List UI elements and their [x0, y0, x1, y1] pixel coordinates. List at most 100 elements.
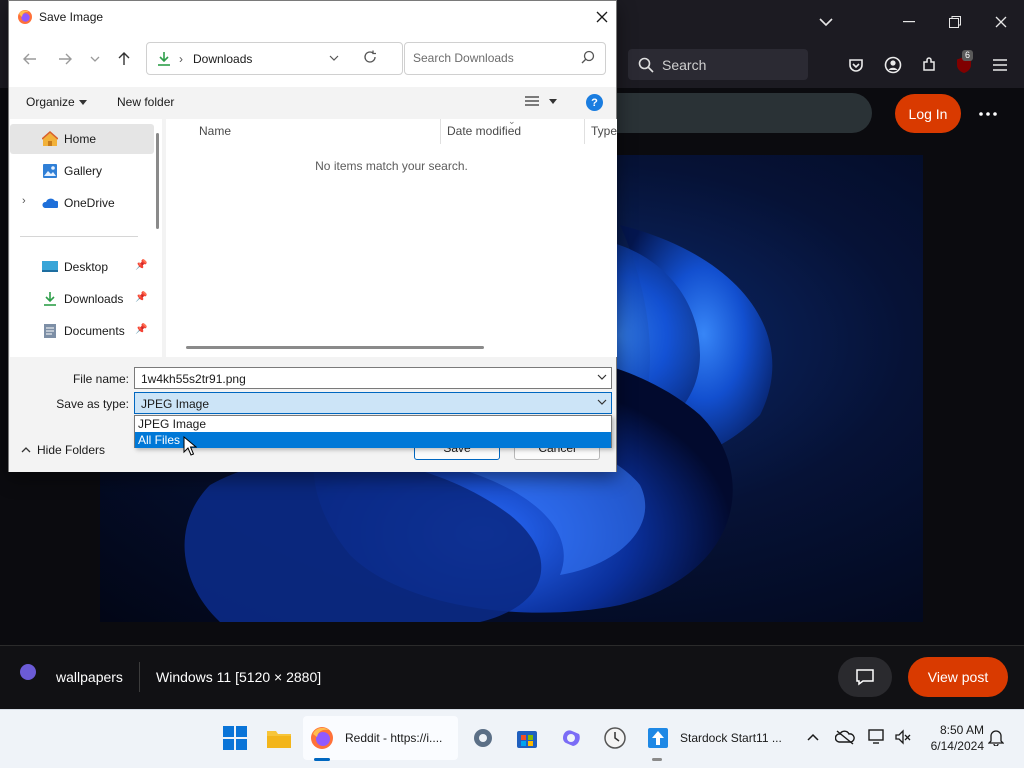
login-button[interactable]: Log In [895, 94, 961, 133]
nav-item-onedrive[interactable]: › OneDrive [10, 188, 154, 218]
dropdown-option-all-files[interactable]: All Files [135, 432, 611, 448]
column-header-name[interactable]: Name [199, 124, 231, 138]
organize-button[interactable]: Organize [26, 95, 87, 109]
more-options-button[interactable] [974, 100, 1002, 128]
help-button[interactable]: ? [586, 94, 603, 111]
save-as-type-select[interactable]: JPEG Image [134, 392, 612, 414]
nav-item-downloads[interactable]: Downloads 📌 [10, 284, 154, 314]
column-header-type[interactable]: Type [591, 124, 617, 138]
save-as-type-value: JPEG Image [141, 397, 210, 411]
nav-item-documents[interactable]: Documents 📌 [10, 316, 154, 346]
arrow-right-icon [59, 53, 72, 65]
chevron-down-icon [819, 18, 833, 27]
view-post-button[interactable]: View post [908, 657, 1008, 697]
recent-locations-button[interactable] [82, 48, 108, 70]
file-name-value[interactable]: 1w4kh55s2tr91.png [141, 372, 246, 386]
volume-tray-button[interactable] [892, 726, 914, 748]
search-icon[interactable] [581, 50, 595, 64]
notifications-button[interactable] [985, 726, 1007, 748]
pin-icon: 📌 [135, 260, 148, 271]
chevron-down-icon[interactable] [597, 397, 607, 408]
refresh-button[interactable] [363, 50, 377, 67]
account-button[interactable] [880, 52, 906, 78]
search-icon [638, 57, 654, 73]
chevron-up-icon [807, 733, 819, 741]
comment-button[interactable] [838, 657, 892, 697]
hamburger-menu-icon [993, 59, 1007, 71]
pin-icon: 📌 [135, 292, 148, 303]
search-downloads-box[interactable] [404, 42, 606, 75]
chevron-right-icon[interactable]: › [22, 195, 26, 207]
reddit-search-bar[interactable] [600, 93, 872, 133]
subreddit-name[interactable]: wallpapers [56, 669, 123, 685]
list-view-icon [525, 96, 539, 106]
hide-folders-button[interactable]: Hide Folders [21, 443, 105, 457]
navigation-pane: Home Gallery › OneDrive Desktop 📌 Downlo… [10, 119, 162, 357]
clock-app-taskbar-button[interactable] [600, 716, 630, 760]
show-hidden-icons-button[interactable] [802, 726, 824, 748]
up-button[interactable] [111, 48, 137, 70]
firefox-icon [311, 727, 333, 749]
file-name-field[interactable]: 1w4kh55s2tr91.png [134, 367, 612, 389]
firefox-taskbar-label: Reddit - https://i.... [345, 731, 443, 745]
firefox-active-indicator [314, 758, 330, 761]
address-history-dropdown-icon[interactable] [329, 52, 339, 64]
column-header-date-modified[interactable]: Date modified [447, 124, 521, 138]
clock-icon [604, 727, 626, 749]
desktop-icon [42, 259, 58, 275]
file-pane-horizontal-scrollbar[interactable] [186, 346, 484, 349]
store-taskbar-button[interactable] [512, 716, 542, 760]
search-downloads-input[interactable] [413, 51, 573, 65]
forward-button[interactable] [52, 48, 78, 70]
empty-results-message: No items match your search. [315, 159, 468, 173]
address-location[interactable]: Downloads [193, 52, 252, 66]
gear-icon [474, 729, 492, 747]
gallery-icon [42, 163, 58, 179]
settings-taskbar-button[interactable] [468, 716, 498, 760]
subreddit-icon [20, 664, 36, 680]
start-button[interactable] [220, 716, 250, 760]
stardock-start11-icon [648, 728, 668, 748]
nav-pane-scrollbar[interactable] [156, 133, 159, 229]
chevron-down-icon [90, 56, 100, 62]
dropdown-option-jpeg[interactable]: JPEG Image [135, 416, 611, 432]
file-name-label: File name: [72, 372, 129, 386]
caret-down-icon [78, 99, 87, 105]
onedrive-icon [42, 195, 58, 211]
help-icon: ? [591, 96, 598, 109]
firefox-taskbar-button[interactable]: Reddit - https://i.... [303, 716, 458, 760]
home-icon [42, 131, 58, 147]
extensions-button[interactable] [916, 52, 942, 78]
back-button[interactable] [17, 48, 43, 70]
tab-list-button[interactable] [812, 8, 840, 36]
window-close-button[interactable] [986, 8, 1016, 36]
nav-item-desktop[interactable]: Desktop 📌 [10, 252, 154, 282]
column-divider[interactable] [440, 119, 441, 144]
nav-item-label: Gallery [64, 164, 103, 178]
chevron-down-icon[interactable] [597, 372, 607, 383]
windows-logo-icon [223, 726, 247, 750]
app-menu-button[interactable] [987, 52, 1013, 78]
file-explorer-button[interactable] [264, 716, 294, 760]
view-options-button[interactable] [525, 95, 557, 107]
stardock-taskbar-button[interactable]: Stardock Start11 ... [642, 716, 792, 760]
account-icon [884, 56, 902, 74]
minimize-icon [903, 21, 915, 23]
nav-item-label: Downloads [64, 292, 124, 306]
address-bar[interactable]: › Downloads [146, 42, 403, 75]
puzzle-icon [923, 57, 935, 71]
taskbar-clock[interactable]: 8:50 AM 6/14/2024 [918, 722, 984, 754]
pocket-button[interactable] [843, 52, 869, 78]
dialog-close-button[interactable] [589, 5, 615, 29]
onedrive-tray-button[interactable] [834, 726, 856, 748]
browser-search-box[interactable]: Search [628, 49, 808, 80]
new-folder-button[interactable]: New folder [117, 95, 174, 109]
minimize-button[interactable] [894, 8, 924, 36]
copilot-taskbar-button[interactable] [556, 716, 586, 760]
nav-item-gallery[interactable]: Gallery [10, 156, 154, 186]
breadcrumb-chevron-icon: › [179, 52, 183, 66]
restore-button[interactable] [940, 8, 970, 36]
column-divider[interactable] [584, 119, 585, 144]
nav-item-home[interactable]: Home [10, 124, 154, 154]
network-tray-button[interactable] [866, 726, 888, 748]
